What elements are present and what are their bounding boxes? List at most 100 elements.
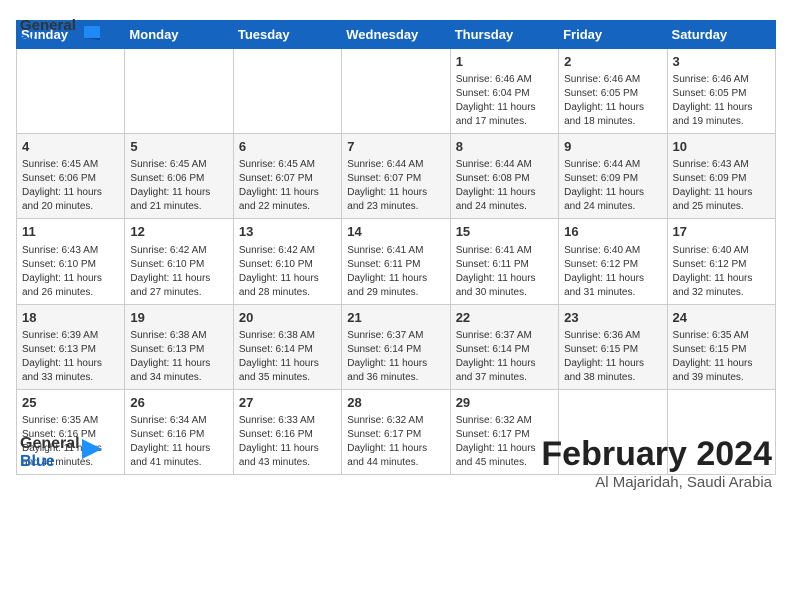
cell-sunrise-info: Sunrise: 6:43 AMSunset: 6:10 PMDaylight:… xyxy=(22,244,119,300)
day-number: 29 xyxy=(456,394,553,412)
cell-sunrise-info: Sunrise: 6:43 AMSunset: 6:09 PMDaylight:… xyxy=(673,158,770,214)
cell-sunrise-info: Sunrise: 6:44 AMSunset: 6:07 PMDaylight:… xyxy=(347,158,444,214)
calendar-cell: 22 Sunrise: 6:37 AMSunset: 6:14 PMDayligh… xyxy=(450,304,558,389)
day-number: 17 xyxy=(673,223,770,241)
calendar-cell: 6 Sunrise: 6:45 AMSunset: 6:07 PMDaylight… xyxy=(233,134,341,219)
calendar-location: Al Majaridah, Saudi Arabia xyxy=(541,474,772,491)
calendar-cell: 14 Sunrise: 6:41 AMSunset: 6:11 PMDayligh… xyxy=(342,219,450,304)
cell-sunrise-info: Sunrise: 6:45 AMSunset: 6:06 PMDaylight:… xyxy=(22,158,119,214)
day-number: 6 xyxy=(239,138,336,156)
cell-sunrise-info: Sunrise: 6:45 AMSunset: 6:06 PMDaylight:… xyxy=(130,158,227,214)
cell-sunrise-info: Sunrise: 6:37 AMSunset: 6:14 PMDaylight:… xyxy=(456,329,553,385)
header-wednesday: Wednesday xyxy=(342,21,450,49)
calendar-cell xyxy=(125,49,233,134)
day-number: 22 xyxy=(456,309,553,327)
day-number: 8 xyxy=(456,138,553,156)
calendar-cell: 5 Sunrise: 6:45 AMSunset: 6:06 PMDaylight… xyxy=(125,134,233,219)
calendar-cell xyxy=(17,49,125,134)
calendar-cell: 2Sunrise: 6:46 AMSunset: 6:05 PMDaylight… xyxy=(559,49,667,134)
calendar-cell: 23 Sunrise: 6:36 AMSunset: 6:15 PMDayligh… xyxy=(559,304,667,389)
day-number: 19 xyxy=(130,309,227,327)
day-number: 12 xyxy=(130,223,227,241)
calendar-cell: 3 Sunrise: 6:46 AMSunset: 6:05 PMDaylight… xyxy=(667,49,775,134)
calendar-cell: 13Sunrise: 6:42 AMSunset: 6:10 PMDayligh… xyxy=(233,219,341,304)
calendar-cell xyxy=(233,49,341,134)
calendar-cell xyxy=(342,49,450,134)
calendar-table: SundayMondayTuesdayWednesdayThursdayFrid… xyxy=(16,20,776,475)
day-number: 7 xyxy=(347,138,444,156)
calendar-cell: 24 Sunrise: 6:35 AMSunset: 6:15 PMDayligh… xyxy=(667,304,775,389)
day-number: 1 xyxy=(456,53,553,71)
cell-sunrise-info: Sunrise: 6:44 AMSunset: 6:09 PMDaylight:… xyxy=(564,158,661,214)
header-monday: Monday xyxy=(125,21,233,49)
calendar-cell: 1 Sunrise: 6:46 AMSunset: 6:04 PMDaylight… xyxy=(450,49,558,134)
calendar-cell: 15 Sunrise: 6:41 AMSunset: 6:11 PMDayligh… xyxy=(450,219,558,304)
logo-triangle-icon xyxy=(82,439,102,467)
day-number: 25 xyxy=(22,394,119,412)
calendar-cell: 16 Sunrise: 6:40 AMSunset: 6:12 PMDayligh… xyxy=(559,219,667,304)
cell-sunrise-info: Sunrise: 6:39 AMSunset: 6:13 PMDaylight:… xyxy=(22,329,119,385)
day-number: 4 xyxy=(22,138,119,156)
calendar-cell: 9 Sunrise: 6:44 AMSunset: 6:09 PMDaylight… xyxy=(559,134,667,219)
cell-sunrise-info: Sunrise: 6:46 AMSunset: 6:04 PMDaylight:… xyxy=(456,73,553,129)
header-thursday: Thursday xyxy=(450,21,558,49)
calendar-cell: 4 Sunrise: 6:45 AMSunset: 6:06 PMDaylight… xyxy=(17,134,125,219)
day-number: 18 xyxy=(22,309,119,327)
week-row-4: 18 Sunrise: 6:39 AMSunset: 6:13 PMDayligh… xyxy=(17,304,776,389)
cell-sunrise-info: Sunrise: 6:46 AMSunset: 6:05 PMDaylight:… xyxy=(673,73,770,129)
cell-sunrise-info: Sunrise: 6:46 AMSunset: 6:05 PMDaylight:… xyxy=(564,73,661,129)
calendar-title: February 2024 xyxy=(541,435,772,474)
day-number: 20 xyxy=(239,309,336,327)
real-header: General Blue February 2024 Al Majaridah,… xyxy=(16,435,776,491)
calendar-cell: 17 Sunrise: 6:40 AMSunset: 6:12 PMDayligh… xyxy=(667,219,775,304)
logo-general: General xyxy=(20,18,76,35)
calendar-title-block: February 2024 Al Majaridah, Saudi Arabia xyxy=(541,435,772,491)
header-friday: Friday xyxy=(559,21,667,49)
logo-text-general: General xyxy=(20,435,80,453)
calendar-cell: 12 Sunrise: 6:42 AMSunset: 6:10 PMDayligh… xyxy=(125,219,233,304)
calendar-cell: 10 Sunrise: 6:43 AMSunset: 6:09 PMDayligh… xyxy=(667,134,775,219)
calendar-cell: 18 Sunrise: 6:39 AMSunset: 6:13 PMDayligh… xyxy=(17,304,125,389)
day-number: 21 xyxy=(347,309,444,327)
day-number: 14 xyxy=(347,223,444,241)
cell-sunrise-info: Sunrise: 6:45 AMSunset: 6:07 PMDaylight:… xyxy=(239,158,336,214)
day-number: 10 xyxy=(673,138,770,156)
cell-sunrise-info: Sunrise: 6:42 AMSunset: 6:10 PMDaylight:… xyxy=(130,244,227,300)
cell-sunrise-info: Sunrise: 6:35 AMSunset: 6:15 PMDaylight:… xyxy=(673,329,770,385)
cell-sunrise-info: Sunrise: 6:38 AMSunset: 6:14 PMDaylight:… xyxy=(239,329,336,385)
day-number: 9 xyxy=(564,138,661,156)
day-number: 28 xyxy=(347,394,444,412)
header-tuesday: Tuesday xyxy=(233,21,341,49)
cell-sunrise-info: Sunrise: 6:40 AMSunset: 6:12 PMDaylight:… xyxy=(673,244,770,300)
day-number: 27 xyxy=(239,394,336,412)
calendar-header-row: SundayMondayTuesdayWednesdayThursdayFrid… xyxy=(17,21,776,49)
cell-sunrise-info: Sunrise: 6:36 AMSunset: 6:15 PMDaylight:… xyxy=(564,329,661,385)
cell-sunrise-info: Sunrise: 6:37 AMSunset: 6:14 PMDaylight:… xyxy=(347,329,444,385)
calendar-cell: 21 Sunrise: 6:37 AMSunset: 6:14 PMDayligh… xyxy=(342,304,450,389)
day-number: 24 xyxy=(673,309,770,327)
cell-sunrise-info: Sunrise: 6:40 AMSunset: 6:12 PMDaylight:… xyxy=(564,244,661,300)
logo-text-blue: Blue xyxy=(20,453,80,471)
calendar-cell: 8 Sunrise: 6:44 AMSunset: 6:08 PMDaylight… xyxy=(450,134,558,219)
day-number: 16 xyxy=(564,223,661,241)
week-row-2: 4 Sunrise: 6:45 AMSunset: 6:06 PMDaylight… xyxy=(17,134,776,219)
logo-shape-icon xyxy=(78,24,100,46)
cell-sunrise-info: Sunrise: 6:41 AMSunset: 6:11 PMDaylight:… xyxy=(347,244,444,300)
week-row-1: 1 Sunrise: 6:46 AMSunset: 6:04 PMDaylight… xyxy=(17,49,776,134)
cell-sunrise-info: Sunrise: 6:42 AMSunset: 6:10 PMDaylight:… xyxy=(239,244,336,300)
calendar-cell: 19 Sunrise: 6:38 AMSunset: 6:13 PMDayligh… xyxy=(125,304,233,389)
calendar-cell: 20 Sunrise: 6:38 AMSunset: 6:14 PMDayligh… xyxy=(233,304,341,389)
day-number: 11 xyxy=(22,223,119,241)
week-row-3: 11 Sunrise: 6:43 AMSunset: 6:10 PMDayligh… xyxy=(17,219,776,304)
cell-sunrise-info: Sunrise: 6:41 AMSunset: 6:11 PMDaylight:… xyxy=(456,244,553,300)
day-number: 3 xyxy=(673,53,770,71)
header-saturday: Saturday xyxy=(667,21,775,49)
cell-sunrise-info: Sunrise: 6:38 AMSunset: 6:13 PMDaylight:… xyxy=(130,329,227,385)
calendar-cell: 7 Sunrise: 6:44 AMSunset: 6:07 PMDaylight… xyxy=(342,134,450,219)
day-number: 23 xyxy=(564,309,661,327)
calendar-cell: 11 Sunrise: 6:43 AMSunset: 6:10 PMDayligh… xyxy=(17,219,125,304)
logo-block: General Blue xyxy=(20,435,102,472)
day-number: 5 xyxy=(130,138,227,156)
day-number: 15 xyxy=(456,223,553,241)
cell-sunrise-info: Sunrise: 6:44 AMSunset: 6:08 PMDaylight:… xyxy=(456,158,553,214)
